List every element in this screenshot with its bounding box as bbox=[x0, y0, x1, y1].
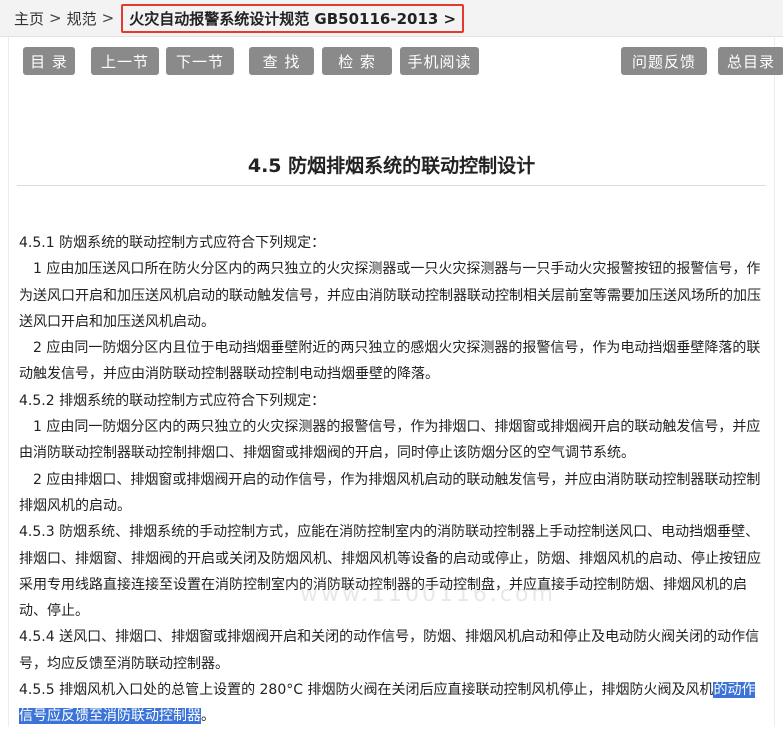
mobile-read-button[interactable]: 手机阅读 bbox=[400, 47, 479, 75]
clause-item: 2 应由排烟口、排烟窗或排烟阀开启的动作信号，作为排烟风机启动的联动触发信号，并… bbox=[19, 471, 761, 514]
clause-paragraph: 4.5.1 防烟系统的联动控制方式应符合下列规定： bbox=[19, 235, 326, 251]
breadcrumb-home-link[interactable]: 主页 bbox=[14, 8, 44, 29]
title-divider bbox=[17, 185, 766, 186]
breadcrumb-current-spec[interactable]: 火灾自动报警系统设计规范 GB50116-2013 > bbox=[121, 3, 465, 33]
clause-item: 2 应由同一防烟分区内且位于电动挡烟垂壁附近的两只独立的感烟火灾探测器的报警信号… bbox=[19, 340, 761, 383]
feedback-button[interactable]: 问题反馈 bbox=[621, 47, 707, 75]
find-button[interactable]: 查 找 bbox=[249, 47, 314, 75]
search-button[interactable]: 检 索 bbox=[322, 47, 392, 75]
clause-paragraph: 4.5.2 排烟系统的联动控制方式应符合下列规定： bbox=[19, 392, 326, 409]
clause-text: 4.5.5 排烟风机入口处的总管上设置的 280°C 排烟防火阀在关闭后应直接联… bbox=[19, 682, 714, 699]
clause-paragraph: 4.5.4 送风口、排烟口、排烟窗或排烟阀开启和关闭的动作信号，防烟、排烟风机启… bbox=[19, 629, 760, 672]
next-section-button[interactable]: 下一节 bbox=[166, 47, 234, 75]
contents-button[interactable]: 目 录 bbox=[23, 47, 75, 75]
document-page: 目 录 上一节 下一节 查 找 检 索 手机阅读 问题反馈 总目录 4.5 防烟… bbox=[8, 37, 783, 730]
clause-item: 1 应由加压送风口所在防火分区内的两只独立的火灾探测器或一只火灾探测器与一只手动… bbox=[19, 261, 761, 330]
section-body: 4.5.1 防烟系统的联动控制方式应符合下列规定： 1 应由加压送风口所在防火分… bbox=[19, 230, 766, 730]
clause-paragraph: 4.5.5 排烟风机入口处的总管上设置的 280°C 排烟防火阀在关闭后应直接联… bbox=[19, 677, 766, 730]
all-contents-button[interactable]: 总目录 bbox=[718, 47, 783, 75]
clause-text: 。 bbox=[201, 708, 215, 725]
section-title: 4.5 防烟排烟系统的联动控制设计 bbox=[247, 155, 536, 177]
breadcrumb-separator: > bbox=[49, 9, 62, 27]
breadcrumb-separator: > bbox=[101, 9, 115, 27]
prev-section-button[interactable]: 上一节 bbox=[91, 47, 159, 75]
navigation-toolbar: 目 录 上一节 下一节 查 找 检 索 手机阅读 问题反馈 总目录 bbox=[23, 47, 783, 77]
breadcrumb: 主页 > 规范 > 火灾自动报警系统设计规范 GB50116-2013 > bbox=[0, 0, 783, 37]
clause-item: 1 应由同一防烟分区内的两只独立的火灾探测器的报警信号，作为排烟口、排烟窗或排烟… bbox=[19, 419, 761, 462]
breadcrumb-spec-link[interactable]: 规范 bbox=[67, 8, 97, 29]
clause-paragraph: 4.5.3 防烟系统、排烟系统的手动控制方式，应能在消防控制室内的消防联动控制器… bbox=[19, 524, 761, 620]
